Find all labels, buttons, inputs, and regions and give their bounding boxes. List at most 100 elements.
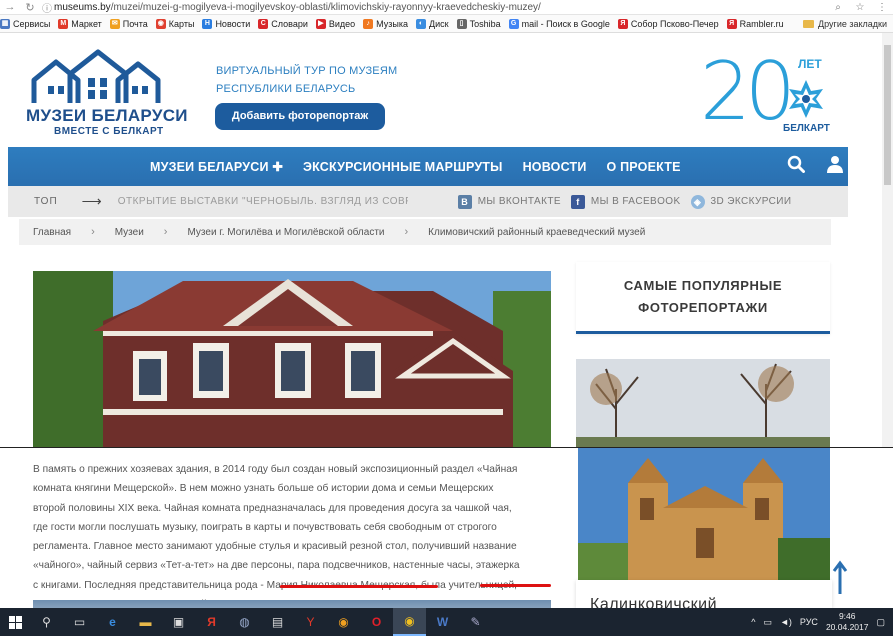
bookmark-label: Новости	[215, 18, 251, 29]
bookmark-favicon-icon: ▯	[456, 18, 467, 29]
vk-link[interactable]: В МЫ ВКОНТАКТЕ	[457, 194, 561, 209]
word-icon[interactable]: W	[426, 608, 459, 636]
breadcrumb-mogilev[interactable]: Музеи г. Могилёва и Могилёвской области	[187, 227, 384, 238]
language-indicator[interactable]: РУС	[800, 617, 818, 627]
edge-icon[interactable]: e	[96, 608, 129, 636]
info-icon[interactable]: ⓘ	[40, 0, 54, 15]
logo-subtitle: ВМЕСТЕ С БЕЛКАРТ	[54, 126, 164, 137]
reload-icon[interactable]: ↻	[20, 1, 40, 14]
windows-start-icon[interactable]	[0, 608, 30, 636]
breadcrumb-home[interactable]: Главная	[33, 227, 71, 238]
bookmark-label: Словари	[271, 18, 308, 29]
app-icon-2[interactable]: ◉	[327, 608, 360, 636]
clock-date: 20.04.2017	[825, 622, 869, 632]
bookmark-favicon-icon: ▶	[315, 18, 326, 29]
article-line: второй половины XIX века. Чайная комната…	[33, 502, 512, 514]
highlight-underline	[280, 585, 438, 588]
3d-tours-link[interactable]: ◈ 3D ЭКСКУРСИИ	[690, 194, 792, 209]
app-icon[interactable]: ◍	[228, 608, 261, 636]
chrome-icon[interactable]: ◉	[393, 608, 426, 636]
bookmark-item[interactable]: Я Собор Псково-Печер	[617, 18, 719, 29]
volume-icon[interactable]: ◄)	[780, 617, 792, 627]
photos-icon[interactable]: ▤	[261, 608, 294, 636]
notifications-icon[interactable]: ▢	[876, 617, 885, 628]
bookmark-label: Rambler.ru	[739, 18, 784, 29]
bookmark-item[interactable]: ◉ Карты	[155, 18, 194, 29]
chevron-up-icon[interactable]: ^	[751, 617, 755, 627]
star-icon[interactable]: ☆	[849, 2, 871, 13]
folder-icon	[803, 19, 815, 28]
bookmark-favicon-icon: ◐	[416, 18, 426, 29]
url-field[interactable]: museums.by/muzei/muzei-g-mogilyeva-i-mog…	[54, 2, 827, 13]
highlight-underline	[480, 584, 551, 587]
menu-icon[interactable]: ⋮	[871, 2, 893, 13]
site-logo[interactable]: МУЗЕИ БЕЛАРУСИ ВМЕСТЕ С БЕЛКАРТ	[20, 48, 190, 143]
add-photoreport-button[interactable]: Добавить фоторепортаж	[215, 103, 385, 130]
sidebar-card[interactable]: Калинковичский	[576, 580, 832, 613]
ticker-news-link[interactable]: ОТКРЫТИЕ ВЫСТАВКИ "ЧЕРНОБЫЛЬ. ВЗГЛЯД ИЗ …	[118, 196, 408, 207]
bookmark-favicon-icon: Н	[202, 18, 213, 29]
sidebar-photo-trees[interactable]	[576, 359, 830, 447]
task-view-icon[interactable]: ▭	[63, 608, 96, 636]
bookmark-item[interactable]: ♪ Музыка	[363, 18, 408, 29]
bookmark-favicon-icon: С	[258, 18, 269, 29]
chevron-right-icon: ›	[163, 226, 168, 238]
bookmark-item[interactable]: ▶ Видео	[315, 18, 356, 29]
article-line: регламента. Главное место занимают удобн…	[33, 541, 517, 553]
top-ticker: ТОП ⟶ ОТКРЫТИЕ ВЫСТАВКИ "ЧЕРНОБЫЛЬ. ВЗГЛ…	[8, 186, 848, 217]
article-text: В память о прежних хозяевах здания, в 20…	[33, 460, 553, 614]
houses-logo-icon	[31, 49, 161, 103]
nav-news[interactable]: НОВОСТИ	[523, 160, 587, 174]
anniversary-number: 20	[700, 45, 796, 138]
scroll-to-top-icon[interactable]	[832, 560, 848, 596]
yandex-browser-icon[interactable]: Y	[294, 608, 327, 636]
breadcrumb-museums[interactable]: Музеи	[115, 227, 144, 238]
bookmark-favicon-icon: ✉	[109, 18, 120, 29]
anniversary-word: ЛЕТ	[798, 57, 822, 71]
address-bar: → ↻ ⓘ museums.by/muzei/muzei-g-mogilyeva…	[0, 0, 893, 15]
museum-building-photo	[33, 271, 551, 447]
search-icon[interactable]: ⌕	[827, 2, 849, 13]
url-path: /muzei/muzei-g-mogilyeva-i-mogilyevskoy-…	[110, 1, 541, 13]
bookmark-favicon-icon: М	[58, 18, 69, 29]
facebook-link[interactable]: f МЫ В FACEBOOK	[570, 194, 681, 209]
search-icon[interactable]	[787, 155, 805, 178]
system-tray: ^ ▭ ◄) РУС 9:46 20.04.2017 ▢	[743, 611, 893, 633]
other-bookmarks[interactable]: Другие закладки	[803, 19, 893, 29]
bookmark-item[interactable]: ▯ Toshiba	[456, 18, 501, 29]
bookmark-label: Видео	[328, 18, 356, 29]
scrollbar-thumb[interactable]	[884, 45, 891, 185]
bookmark-item[interactable]: ✉ Почта	[109, 18, 148, 29]
opera-icon[interactable]: O	[360, 608, 393, 636]
bookmark-item[interactable]: М Маркет	[58, 18, 102, 29]
bookmark-label: mail - Поиск в Google	[521, 18, 610, 29]
article-line: комната княгини Мещерской». В нем можно …	[33, 483, 494, 495]
sidebar-heading-line-2: ФОТОРЕПОРТАЖИ	[638, 300, 768, 315]
file-explorer-icon[interactable]: ▬	[129, 608, 162, 636]
user-icon[interactable]	[827, 155, 843, 178]
app-icon-3[interactable]: ✎	[459, 608, 492, 636]
bookmark-item[interactable]: Gmail - Поиск в Google	[508, 18, 610, 29]
bookmark-item[interactable]: ▦ Сервисы	[0, 18, 50, 29]
bookmarks-bar: ▦ Сервисы М Маркет ✉ Почта ◉ Карты Н Новости С Слов…	[0, 15, 893, 33]
bookmark-item[interactable]: С Словари	[258, 18, 308, 29]
search-icon[interactable]: ⚲	[30, 608, 63, 636]
bookmark-favicon-icon: ▦	[0, 18, 10, 29]
tagline-line-2: РЕСПУБЛИКИ БЕЛАРУСЬ	[216, 83, 356, 95]
bookmark-favicon-icon: Я	[617, 18, 628, 29]
nav-routes[interactable]: ЭКСКУРСИОННЫЕ МАРШРУТЫ	[303, 160, 503, 174]
store-icon[interactable]: ▣	[162, 608, 195, 636]
bookmark-item[interactable]: ◐ Диск	[416, 18, 449, 29]
sidebar-photo-church[interactable]	[578, 448, 830, 580]
yandex-icon[interactable]: Я	[195, 608, 228, 636]
site-tagline: ВИРТУАЛЬНЫЙ ТУР ПО МУЗЕЯМ РЕСПУБЛИКИ БЕЛ…	[216, 62, 397, 98]
bookmark-item[interactable]: Н Новости	[202, 18, 251, 29]
nav-about[interactable]: О ПРОЕКТЕ	[607, 160, 681, 174]
bookmark-favicon-icon: Я	[726, 18, 737, 29]
network-icon[interactable]: ▭	[763, 617, 772, 628]
page-scrollbar[interactable]	[882, 33, 893, 447]
nav-museums[interactable]: МУЗЕИ БЕЛАРУСИ ✚	[150, 159, 283, 174]
bookmark-item[interactable]: Я Rambler.ru	[726, 18, 784, 29]
forward-icon[interactable]: →	[0, 1, 20, 13]
clock[interactable]: 9:46 20.04.2017	[826, 611, 869, 633]
